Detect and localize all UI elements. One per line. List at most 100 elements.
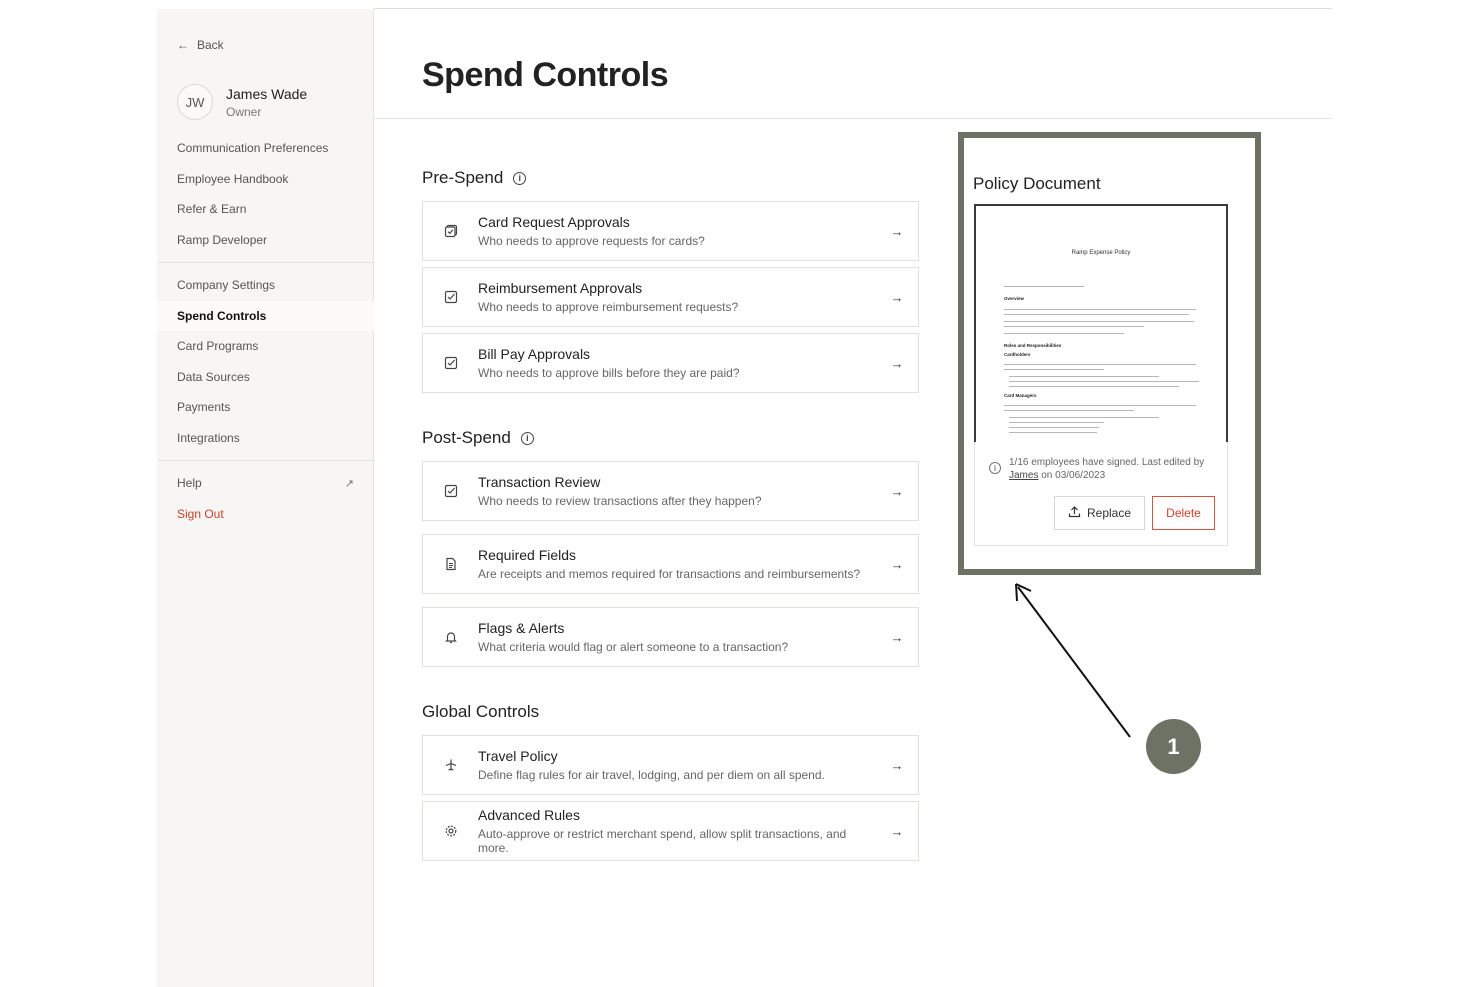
sidebar-item-spend-controls[interactable]: Spend Controls [157,300,374,331]
nav-group-account: Communication Preferences Employee Handb… [157,133,374,255]
doc-line [1004,314,1189,315]
sign-status: i 1/16 employees have signed. Last edite… [989,456,1204,482]
card-advanced-rules[interactable]: Advanced Rules Auto-approve or restrict … [422,801,919,861]
card-title: Required Fields [478,547,577,563]
card-reimbursement-approvals[interactable]: Reimbursement Approvals Who needs to app… [422,267,919,327]
user-role: Owner [226,104,262,119]
arrow-right-icon: → [890,223,904,239]
doc-line [1009,422,1104,423]
section-title-text: Global Controls [422,702,540,721]
section-title-post-spend: Post-Spend i [422,428,534,448]
arrow-right-icon: → [890,483,904,499]
card-check-icon [423,224,478,238]
sidebar-item-company-settings[interactable]: Company Settings [157,270,374,301]
card-travel-policy[interactable]: Travel Policy Define flag rules for air … [422,735,919,795]
doc-line [1009,427,1099,428]
nav-group-company: Company Settings Spend Controls Card Pro… [157,270,374,453]
doc-line [1004,321,1194,322]
policy-title: Policy Document [973,174,1101,193]
user-profile[interactable]: JW James Wade Owner [177,84,307,120]
back-button[interactable]: ← Back [177,38,224,52]
sidebar-item-data-sources[interactable]: Data Sources [157,362,374,393]
arrow-right-icon: → [890,556,904,572]
sidebar-item-ramp-developer[interactable]: Ramp Developer [157,225,374,256]
doc-section-heading: Roles and Responsibilities [1004,343,1062,348]
sign-status-text: 1/16 employees have signed. Last edited … [1009,457,1205,468]
card-description: What criteria would flag or alert someon… [478,640,789,654]
annotation-badge: 1 [1146,719,1201,774]
help-label: Help [177,476,202,491]
checkbox-icon [423,356,478,370]
card-description: Who needs to approve bills before they a… [478,366,740,380]
editor-link[interactable]: James [1009,470,1038,481]
card-transaction-review[interactable]: Transaction Review Who needs to review t… [422,461,919,521]
annotation-arrow [1015,583,1131,738]
section-title-global-controls: Global Controls [422,702,539,722]
doc-line [1004,309,1196,310]
doc-line [1004,364,1196,365]
policy-document-preview[interactable]: Ramp Expense Policy Overview Roles and R… [974,204,1228,442]
divider [157,460,374,461]
arrow-right-icon: → [890,757,904,773]
card-title: Bill Pay Approvals [478,346,591,362]
doc-line [1009,376,1159,377]
external-link-icon: ↗ [344,477,354,490]
user-name: James Wade [226,85,308,102]
doc-line [1009,386,1179,387]
doc-line [1004,333,1124,334]
info-icon: i [989,462,1001,474]
upload-icon [1068,505,1081,521]
arrow-right-icon: → [890,289,904,305]
card-description: Auto-approve or restrict merchant spend,… [478,827,847,855]
sidebar-item-employee-handbook[interactable]: Employee Handbook [157,164,374,195]
card-description: Who needs to approve reimbursement reque… [478,300,739,314]
arrow-left-icon: ← [177,38,189,52]
info-icon[interactable]: i [513,171,527,185]
doc-line [1004,405,1196,406]
back-label: Back [197,38,224,52]
doc-line [1004,286,1084,287]
info-icon[interactable]: i [520,431,534,445]
doc-line [1004,326,1144,327]
card-description: Define flag rules for air travel, lodgin… [478,768,825,782]
delete-button[interactable]: Delete [1152,496,1215,530]
page-title: Spend Controls [422,56,669,94]
replace-button[interactable]: Replace [1054,496,1145,530]
sidebar-item-refer-earn[interactable]: Refer & Earn [157,194,374,225]
doc-line [1009,381,1199,382]
doc-line [1004,410,1134,411]
doc-line [1009,432,1097,433]
doc-section-heading: Card Managers [1004,393,1037,398]
replace-label: Replace [1086,506,1132,520]
sidebar-item-card-programs[interactable]: Card Programs [157,331,374,362]
sidebar-item-help[interactable]: Help ↗ [157,468,374,499]
card-title: Travel Policy [478,748,558,764]
arrow-right-icon: → [890,629,904,645]
card-flags-alerts[interactable]: Flags & Alerts What criteria would flag … [422,607,919,667]
sidebar-item-integrations[interactable]: Integrations [157,423,374,454]
card-title: Reimbursement Approvals [478,280,643,296]
card-description: Who needs to review transactions after t… [478,494,762,508]
section-title-text: Pre-Spend [422,168,504,187]
plane-icon [423,758,478,772]
card-card-request-approvals[interactable]: Card Request Approvals Who needs to appr… [422,201,919,261]
card-title: Flags & Alerts [478,620,565,636]
arrow-right-icon: → [890,823,904,839]
card-title: Advanced Rules [478,807,580,823]
doc-heading: Ramp Expense Policy [1071,250,1131,256]
top-border [374,8,1332,9]
checkbox-icon [423,290,478,304]
sidebar: ← Back JW James Wade Owner Communication… [157,9,374,987]
doc-line [1009,417,1159,418]
checkbox-icon [423,484,478,498]
sign-out-button[interactable]: Sign Out [157,499,374,530]
section-title-pre-spend: Pre-Spend i [422,168,527,188]
sidebar-item-payments[interactable]: Payments [157,392,374,423]
doc-line [1004,369,1104,370]
card-bill-pay-approvals[interactable]: Bill Pay Approvals Who needs to approve … [422,333,919,393]
card-description: Who needs to approve requests for cards? [478,234,705,248]
avatar: JW [177,84,213,120]
divider [157,262,374,263]
card-required-fields[interactable]: Required Fields Are receipts and memos r… [422,534,919,594]
sidebar-item-communication-preferences[interactable]: Communication Preferences [157,133,374,164]
